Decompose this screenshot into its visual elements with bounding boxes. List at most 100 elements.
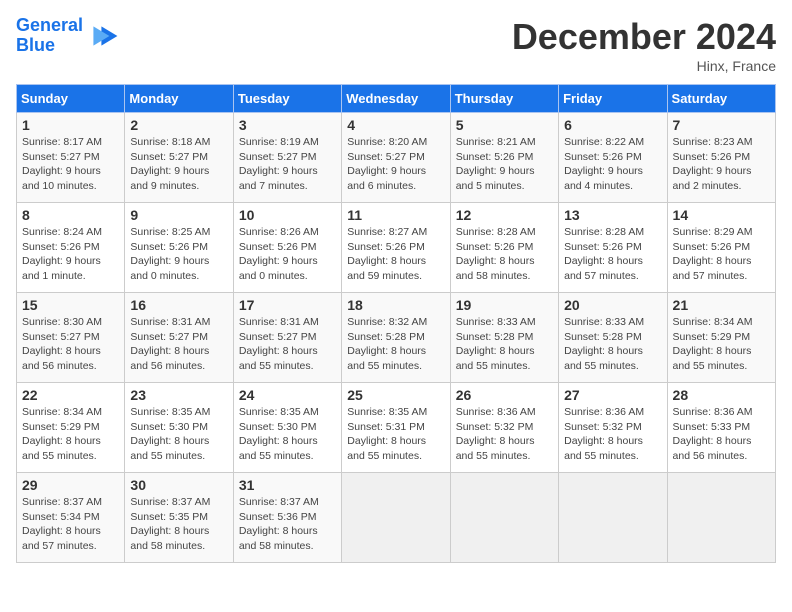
day-info: Sunrise: 8:28 AM Sunset: 5:26 PM Dayligh… — [456, 226, 536, 282]
day-cell-6: 6 Sunrise: 8:22 AM Sunset: 5:26 PM Dayli… — [559, 113, 667, 203]
day-info: Sunrise: 8:21 AM Sunset: 5:26 PM Dayligh… — [456, 136, 536, 192]
week-row-5: 29 Sunrise: 8:37 AM Sunset: 5:34 PM Dayl… — [17, 473, 776, 563]
day-number: 7 — [673, 117, 770, 133]
day-cell-20: 20 Sunrise: 8:33 AM Sunset: 5:28 PM Dayl… — [559, 293, 667, 383]
day-number: 21 — [673, 297, 770, 313]
weekday-header-sunday: Sunday — [17, 85, 125, 113]
day-cell-17: 17 Sunrise: 8:31 AM Sunset: 5:27 PM Dayl… — [233, 293, 341, 383]
day-info: Sunrise: 8:20 AM Sunset: 5:27 PM Dayligh… — [347, 136, 427, 192]
day-number: 3 — [239, 117, 336, 133]
day-number: 23 — [130, 387, 227, 403]
day-number: 12 — [456, 207, 553, 223]
day-number: 10 — [239, 207, 336, 223]
day-cell-26: 26 Sunrise: 8:36 AM Sunset: 5:32 PM Dayl… — [450, 383, 558, 473]
day-number: 26 — [456, 387, 553, 403]
month-title: December 2024 — [512, 16, 776, 58]
day-info: Sunrise: 8:33 AM Sunset: 5:28 PM Dayligh… — [564, 316, 644, 372]
day-number: 4 — [347, 117, 444, 133]
day-info: Sunrise: 8:36 AM Sunset: 5:33 PM Dayligh… — [673, 406, 753, 462]
empty-cell — [667, 473, 775, 563]
day-number: 9 — [130, 207, 227, 223]
day-number: 31 — [239, 477, 336, 493]
day-number: 5 — [456, 117, 553, 133]
location: Hinx, France — [512, 58, 776, 74]
week-row-4: 22 Sunrise: 8:34 AM Sunset: 5:29 PM Dayl… — [17, 383, 776, 473]
day-cell-28: 28 Sunrise: 8:36 AM Sunset: 5:33 PM Dayl… — [667, 383, 775, 473]
day-cell-5: 5 Sunrise: 8:21 AM Sunset: 5:26 PM Dayli… — [450, 113, 558, 203]
day-info: Sunrise: 8:35 AM Sunset: 5:31 PM Dayligh… — [347, 406, 427, 462]
day-info: Sunrise: 8:35 AM Sunset: 5:30 PM Dayligh… — [130, 406, 210, 462]
logo-icon — [87, 20, 119, 52]
day-cell-22: 22 Sunrise: 8:34 AM Sunset: 5:29 PM Dayl… — [17, 383, 125, 473]
week-row-2: 8 Sunrise: 8:24 AM Sunset: 5:26 PM Dayli… — [17, 203, 776, 293]
day-info: Sunrise: 8:31 AM Sunset: 5:27 PM Dayligh… — [130, 316, 210, 372]
day-info: Sunrise: 8:31 AM Sunset: 5:27 PM Dayligh… — [239, 316, 319, 372]
day-info: Sunrise: 8:24 AM Sunset: 5:26 PM Dayligh… — [22, 226, 102, 282]
empty-cell — [450, 473, 558, 563]
day-number: 27 — [564, 387, 661, 403]
day-info: Sunrise: 8:35 AM Sunset: 5:30 PM Dayligh… — [239, 406, 319, 462]
day-cell-29: 29 Sunrise: 8:37 AM Sunset: 5:34 PM Dayl… — [17, 473, 125, 563]
day-number: 30 — [130, 477, 227, 493]
day-info: Sunrise: 8:30 AM Sunset: 5:27 PM Dayligh… — [22, 316, 102, 372]
day-number: 29 — [22, 477, 119, 493]
day-number: 13 — [564, 207, 661, 223]
day-cell-21: 21 Sunrise: 8:34 AM Sunset: 5:29 PM Dayl… — [667, 293, 775, 383]
day-info: Sunrise: 8:18 AM Sunset: 5:27 PM Dayligh… — [130, 136, 210, 192]
day-cell-23: 23 Sunrise: 8:35 AM Sunset: 5:30 PM Dayl… — [125, 383, 233, 473]
day-info: Sunrise: 8:25 AM Sunset: 5:26 PM Dayligh… — [130, 226, 210, 282]
day-info: Sunrise: 8:26 AM Sunset: 5:26 PM Dayligh… — [239, 226, 319, 282]
day-cell-19: 19 Sunrise: 8:33 AM Sunset: 5:28 PM Dayl… — [450, 293, 558, 383]
day-number: 14 — [673, 207, 770, 223]
day-number: 28 — [673, 387, 770, 403]
day-cell-8: 8 Sunrise: 8:24 AM Sunset: 5:26 PM Dayli… — [17, 203, 125, 293]
day-cell-18: 18 Sunrise: 8:32 AM Sunset: 5:28 PM Dayl… — [342, 293, 450, 383]
empty-cell — [342, 473, 450, 563]
day-number: 11 — [347, 207, 444, 223]
logo-text: GeneralBlue — [16, 16, 83, 56]
day-info: Sunrise: 8:22 AM Sunset: 5:26 PM Dayligh… — [564, 136, 644, 192]
day-number: 20 — [564, 297, 661, 313]
weekday-header-friday: Friday — [559, 85, 667, 113]
week-row-3: 15 Sunrise: 8:30 AM Sunset: 5:27 PM Dayl… — [17, 293, 776, 383]
day-cell-24: 24 Sunrise: 8:35 AM Sunset: 5:30 PM Dayl… — [233, 383, 341, 473]
day-info: Sunrise: 8:28 AM Sunset: 5:26 PM Dayligh… — [564, 226, 644, 282]
day-number: 1 — [22, 117, 119, 133]
day-cell-7: 7 Sunrise: 8:23 AM Sunset: 5:26 PM Dayli… — [667, 113, 775, 203]
week-row-1: 1 Sunrise: 8:17 AM Sunset: 5:27 PM Dayli… — [17, 113, 776, 203]
day-info: Sunrise: 8:37 AM Sunset: 5:34 PM Dayligh… — [22, 496, 102, 552]
day-cell-12: 12 Sunrise: 8:28 AM Sunset: 5:26 PM Dayl… — [450, 203, 558, 293]
day-cell-31: 31 Sunrise: 8:37 AM Sunset: 5:36 PM Dayl… — [233, 473, 341, 563]
weekday-header-saturday: Saturday — [667, 85, 775, 113]
day-info: Sunrise: 8:33 AM Sunset: 5:28 PM Dayligh… — [456, 316, 536, 372]
day-cell-13: 13 Sunrise: 8:28 AM Sunset: 5:26 PM Dayl… — [559, 203, 667, 293]
calendar-table: SundayMondayTuesdayWednesdayThursdayFrid… — [16, 84, 776, 563]
day-cell-14: 14 Sunrise: 8:29 AM Sunset: 5:26 PM Dayl… — [667, 203, 775, 293]
day-number: 15 — [22, 297, 119, 313]
day-cell-3: 3 Sunrise: 8:19 AM Sunset: 5:27 PM Dayli… — [233, 113, 341, 203]
day-cell-30: 30 Sunrise: 8:37 AM Sunset: 5:35 PM Dayl… — [125, 473, 233, 563]
title-block: December 2024 Hinx, France — [512, 16, 776, 74]
day-cell-27: 27 Sunrise: 8:36 AM Sunset: 5:32 PM Dayl… — [559, 383, 667, 473]
day-number: 2 — [130, 117, 227, 133]
day-number: 19 — [456, 297, 553, 313]
weekday-header-monday: Monday — [125, 85, 233, 113]
day-cell-1: 1 Sunrise: 8:17 AM Sunset: 5:27 PM Dayli… — [17, 113, 125, 203]
day-number: 17 — [239, 297, 336, 313]
day-info: Sunrise: 8:36 AM Sunset: 5:32 PM Dayligh… — [564, 406, 644, 462]
day-cell-16: 16 Sunrise: 8:31 AM Sunset: 5:27 PM Dayl… — [125, 293, 233, 383]
day-number: 22 — [22, 387, 119, 403]
weekday-header-wednesday: Wednesday — [342, 85, 450, 113]
day-number: 18 — [347, 297, 444, 313]
day-info: Sunrise: 8:23 AM Sunset: 5:26 PM Dayligh… — [673, 136, 753, 192]
empty-cell — [559, 473, 667, 563]
day-number: 16 — [130, 297, 227, 313]
day-cell-10: 10 Sunrise: 8:26 AM Sunset: 5:26 PM Dayl… — [233, 203, 341, 293]
day-info: Sunrise: 8:29 AM Sunset: 5:26 PM Dayligh… — [673, 226, 753, 282]
day-number: 24 — [239, 387, 336, 403]
day-cell-25: 25 Sunrise: 8:35 AM Sunset: 5:31 PM Dayl… — [342, 383, 450, 473]
day-info: Sunrise: 8:34 AM Sunset: 5:29 PM Dayligh… — [673, 316, 753, 372]
weekday-header-row: SundayMondayTuesdayWednesdayThursdayFrid… — [17, 85, 776, 113]
day-info: Sunrise: 8:17 AM Sunset: 5:27 PM Dayligh… — [22, 136, 102, 192]
day-number: 25 — [347, 387, 444, 403]
